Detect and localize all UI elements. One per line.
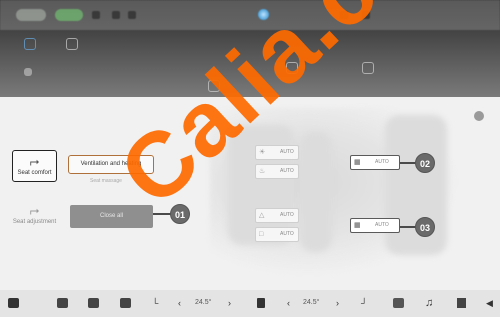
ventilation-icon: △: [259, 212, 265, 219]
music-icon[interactable]: ♫: [425, 298, 433, 309]
seat-left-icon[interactable]: └: [152, 298, 158, 309]
seat-heat-icon: ▦: [354, 159, 361, 166]
seat-comfort-icon: ⮣: [29, 154, 40, 168]
temp-left-increase[interactable]: ›: [228, 298, 231, 309]
apps-icon[interactable]: [457, 298, 466, 308]
volume-icon[interactable]: ◀: [486, 298, 493, 309]
heating-icon: □: [259, 231, 264, 238]
status-bar: [0, 0, 500, 30]
temp-left-decrease[interactable]: ‹: [178, 298, 181, 309]
seat-vent-icon: ▦: [354, 222, 361, 229]
temp-right-value: 24.5°: [303, 299, 320, 306]
bottom-dock: └ ‹ 24.5° › ‹ 24.5° › ┘ ♫ ◀: [0, 290, 500, 317]
camera-mode-icon[interactable]: [24, 38, 36, 50]
defrost-icon[interactable]: [88, 298, 99, 308]
ac-icon[interactable]: [120, 298, 131, 308]
camera-icon-1[interactable]: [208, 80, 220, 92]
seat-rear-heating-control[interactable]: □ AUTO: [255, 227, 299, 242]
fan-icon[interactable]: [57, 298, 68, 308]
seat-adjustment-icon: ⮣: [29, 203, 40, 217]
callout-01-line: [153, 213, 171, 215]
camera-view: [0, 0, 500, 97]
camera-icon-2[interactable]: [286, 62, 298, 74]
car-icon[interactable]: [8, 298, 19, 308]
nav-seat-adjustment[interactable]: ⮣ Seat adjustment: [12, 203, 57, 226]
heating-icon: ♨: [259, 168, 266, 175]
signal-icon: [92, 11, 100, 19]
seat-left-ventilation-control[interactable]: ☀ AUTO: [255, 145, 299, 160]
message-icon[interactable]: [393, 298, 404, 308]
temp-right-increase[interactable]: ›: [336, 298, 339, 309]
lock-icon[interactable]: [24, 68, 32, 76]
callout-02: 02: [415, 153, 435, 173]
temp-left-value: 24.5°: [195, 299, 212, 306]
temperature-icon: [362, 11, 370, 19]
info-icon[interactable]: [474, 111, 484, 121]
battery-icon: [340, 11, 348, 19]
ventilation-icon: ☀: [259, 149, 266, 156]
callout-03-line: [400, 226, 416, 228]
nav-seat-adjustment-label: Seat adjustment: [12, 219, 57, 225]
seat-rear-ventilation-control[interactable]: △ AUTO: [255, 208, 299, 223]
seat-right-icon[interactable]: ┘: [361, 298, 367, 309]
callout-03: 03: [415, 217, 435, 237]
seat-center-shape: [300, 132, 332, 252]
bluetooth-icon: [112, 11, 120, 19]
tab-seat-massage[interactable]: Seat massage: [90, 178, 122, 184]
nav-seat-comfort-label: Seat comfort: [17, 170, 52, 176]
seat-right-heating-control[interactable]: ▦ AUTO: [350, 155, 400, 170]
wifi-icon: [128, 11, 136, 19]
grid-icon[interactable]: [66, 38, 78, 50]
network-pill: [55, 9, 83, 21]
status-pill: [16, 9, 46, 21]
seat-right-ventilation-control[interactable]: ▦ AUTO: [350, 218, 400, 233]
callout-01: 01: [170, 204, 190, 224]
tab-ventilation-heating[interactable]: Ventilation and heating: [68, 155, 154, 174]
voice-assistant-icon[interactable]: [258, 9, 269, 20]
seat-left-heating-control[interactable]: ♨ AUTO: [255, 164, 299, 179]
nav-seat-comfort[interactable]: ⮣ Seat comfort: [12, 150, 57, 182]
callout-02-line: [400, 162, 416, 164]
close-all-button[interactable]: Close all: [70, 205, 153, 228]
seat-right-shape: [385, 115, 447, 255]
climate-icon[interactable]: [257, 298, 265, 308]
camera-icon-3[interactable]: [362, 62, 374, 74]
temp-right-decrease[interactable]: ‹: [287, 298, 290, 309]
